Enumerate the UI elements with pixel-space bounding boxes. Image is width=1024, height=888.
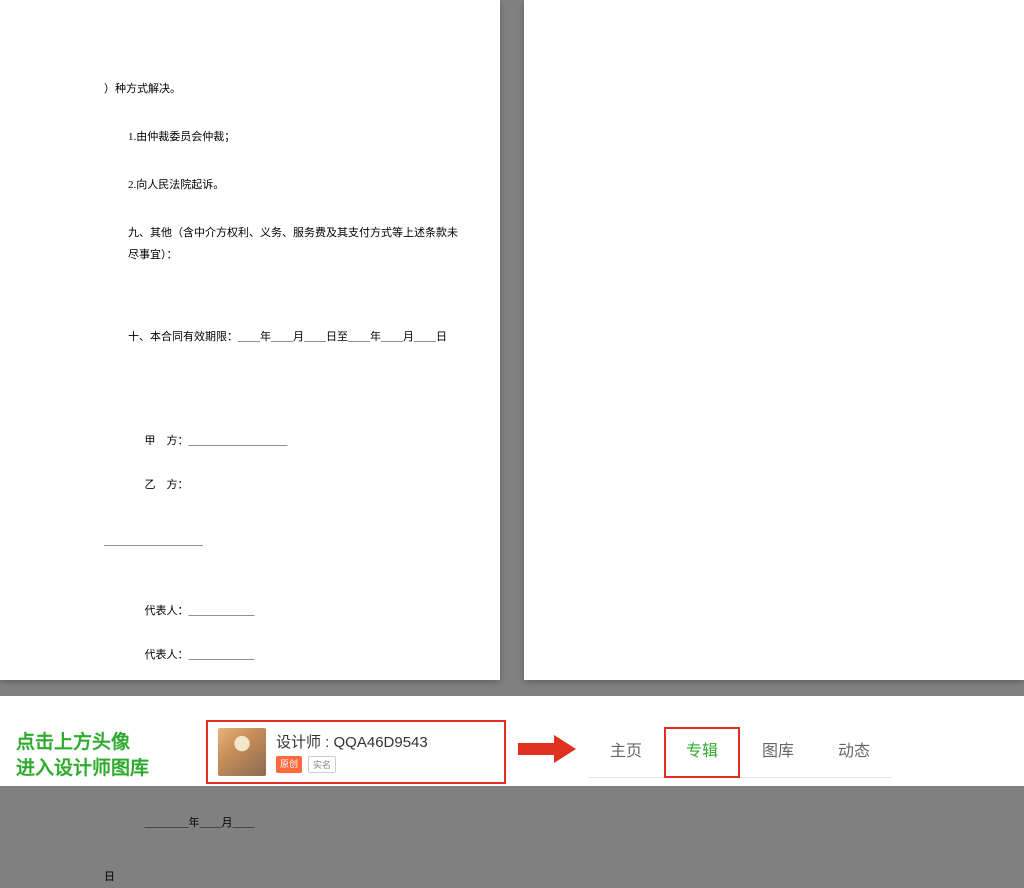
- signature-row-1: 甲 方：＿＿＿＿＿＿＿＿＿ 乙 方：: [104, 408, 466, 518]
- badge-row: 原创 实名: [276, 756, 428, 773]
- designer-info: 设计师 : QQA46D9543 原创 实名: [276, 731, 428, 773]
- avatar[interactable]: [218, 728, 266, 776]
- text-option2: 2.向人民法院起诉。: [104, 174, 466, 196]
- page-right: [524, 0, 1024, 680]
- text-option1: 1.由仲裁委员会仲裁；: [104, 126, 466, 148]
- document-pages: ）种方式解决。 1.由仲裁委员会仲裁； 2.向人民法院起诉。 九、其他（含中介方…: [0, 0, 1024, 680]
- banner-line1: 点击上方头像: [16, 732, 130, 753]
- spacer: [104, 374, 466, 408]
- rep-a: 代表人：＿＿＿＿＿＿: [145, 605, 255, 617]
- party-b-label: 乙 方：: [145, 479, 189, 491]
- representative-row: 代表人：＿＿＿＿＿＿ 代表人：＿＿＿＿＿＿: [104, 578, 466, 688]
- party-b-line: ＿＿＿＿＿＿＿＿＿: [104, 530, 466, 552]
- spacer: [104, 292, 466, 326]
- banner-instruction: 点击上方头像 进入设计师图库: [16, 730, 206, 781]
- badge-verified: 实名: [308, 756, 336, 773]
- tab-album[interactable]: 专辑: [664, 727, 740, 778]
- party-a-label: 甲 方：＿＿＿＿＿＿＿＿＿: [145, 435, 288, 447]
- text-clause10: 十、本合同有效期限：＿＿年＿＿月＿＿日至＿＿年＿＿月＿＿日: [104, 326, 466, 348]
- text-resolution: ）种方式解决。: [104, 78, 466, 100]
- designer-name-row: 设计师 : QQA46D9543: [276, 731, 428, 752]
- page-left: ）种方式解决。 1.由仲裁委员会仲裁； 2.向人民法院起诉。 九、其他（含中介方…: [0, 0, 500, 680]
- rep-b: 代表人：＿＿＿＿＿＿: [145, 649, 255, 661]
- date-b: ＿＿＿＿年＿＿月＿＿: [145, 817, 255, 829]
- tabs: 主页 专辑 图库 动态: [588, 727, 892, 778]
- designer-card[interactable]: 设计师 : QQA46D9543 原创 实名: [206, 720, 506, 784]
- tab-gallery[interactable]: 图库: [740, 727, 816, 778]
- date-tail: 日: [104, 866, 466, 888]
- designer-name: QQA46D9543: [334, 734, 428, 751]
- banner-line2: 进入设计师图库: [16, 758, 149, 779]
- designer-banner: 点击上方头像 进入设计师图库 设计师 : QQA46D9543 原创 实名 主页…: [0, 696, 1024, 786]
- designer-label: 设计师 :: [276, 734, 334, 751]
- arrow-right-icon: [518, 735, 578, 763]
- tab-home[interactable]: 主页: [588, 727, 664, 778]
- badge-original: 原创: [276, 756, 302, 773]
- tab-activity[interactable]: 动态: [816, 727, 892, 778]
- text-clause9: 九、其他（含中介方权利、义务、服务费及其支付方式等上述条款未尽事宜）：: [104, 222, 466, 266]
